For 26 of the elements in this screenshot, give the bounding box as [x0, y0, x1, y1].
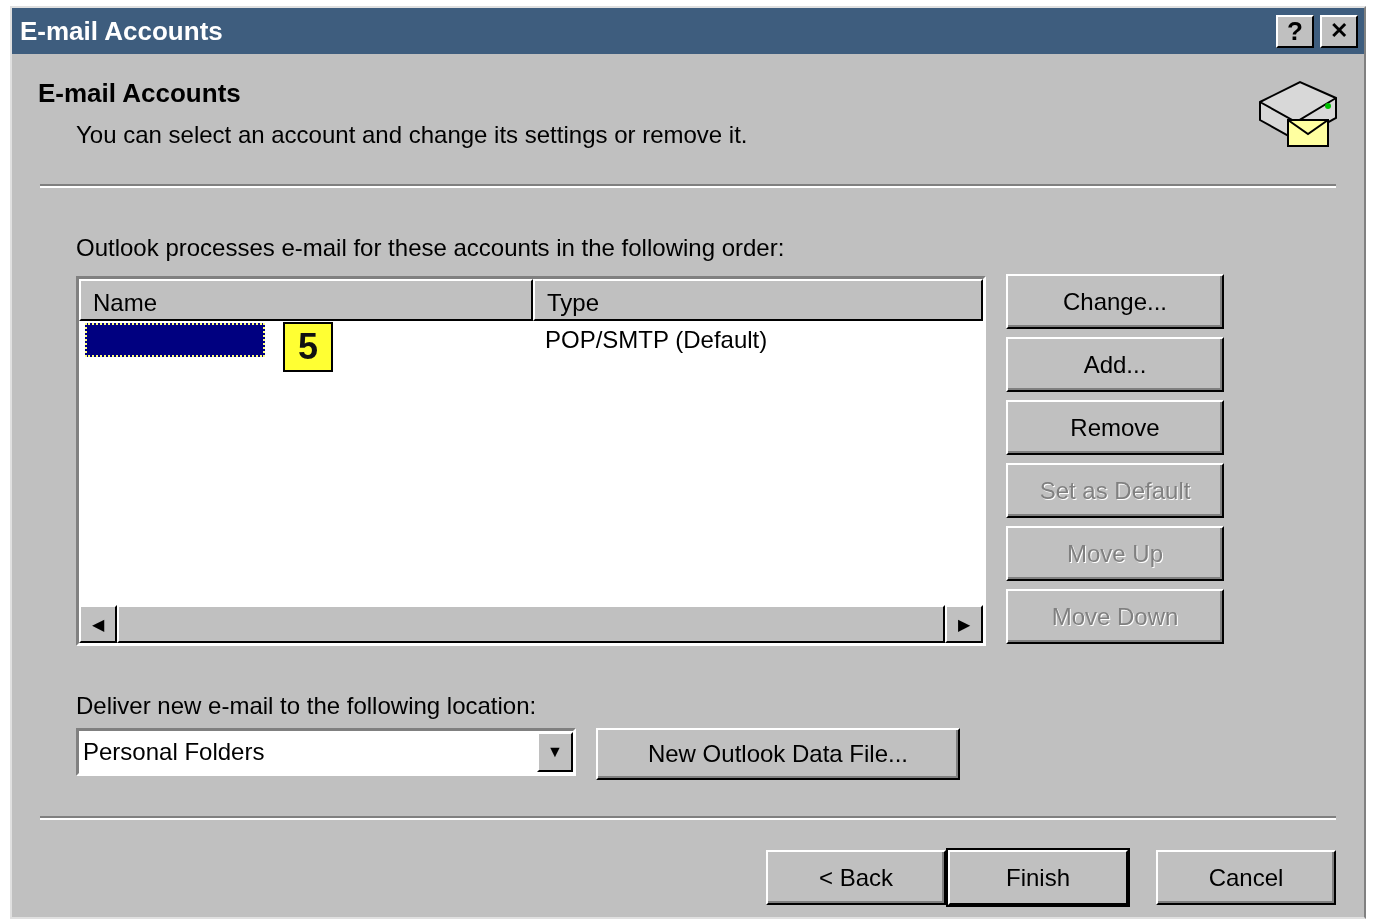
- dialog-button[interactable]: Cancel: [1156, 850, 1336, 905]
- window-title: E-mail Accounts: [20, 15, 223, 47]
- scroll-left-button[interactable]: ◀: [79, 605, 117, 643]
- column-header[interactable]: Name: [79, 279, 533, 321]
- action-button[interactable]: Add...: [1006, 337, 1224, 392]
- selected-account-name[interactable]: [85, 323, 265, 357]
- action-button[interactable]: Change...: [1006, 274, 1224, 329]
- help-button[interactable]: ?: [1276, 14, 1314, 48]
- accounts-list[interactable]: Name Type 5 POP/SMTP (Default) ◀ ▶: [76, 276, 986, 646]
- dropdown-button[interactable]: ▼: [537, 732, 573, 772]
- list-label: Outlook processes e-mail for these accounts in the following order:: [76, 234, 786, 262]
- action-button[interactable]: Remove: [1006, 400, 1224, 455]
- scrollbar-thumb[interactable]: [117, 605, 945, 643]
- dialog-button[interactable]: < Back: [766, 850, 946, 905]
- account-type: POP/SMTP (Default): [545, 326, 768, 354]
- column-header[interactable]: Type: [533, 279, 983, 321]
- step-badge: 5: [283, 322, 333, 372]
- page-heading: E-mail Accounts: [38, 78, 242, 109]
- dialog-button[interactable]: Finish: [948, 850, 1128, 905]
- delivery-label: Deliver new e-mail to the following location:: [76, 692, 538, 720]
- page-description: You can select an account and change its settings or remove it.: [76, 121, 748, 149]
- location-dropdown[interactable]: Personal Folders ▼: [76, 728, 576, 776]
- mail-server-icon: [1258, 78, 1338, 150]
- scroll-right-button[interactable]: ▶: [945, 605, 983, 643]
- close-button[interactable]: ✕: [1320, 14, 1358, 48]
- new-data-file-button[interactable]: New Outlook Data File...: [596, 728, 960, 780]
